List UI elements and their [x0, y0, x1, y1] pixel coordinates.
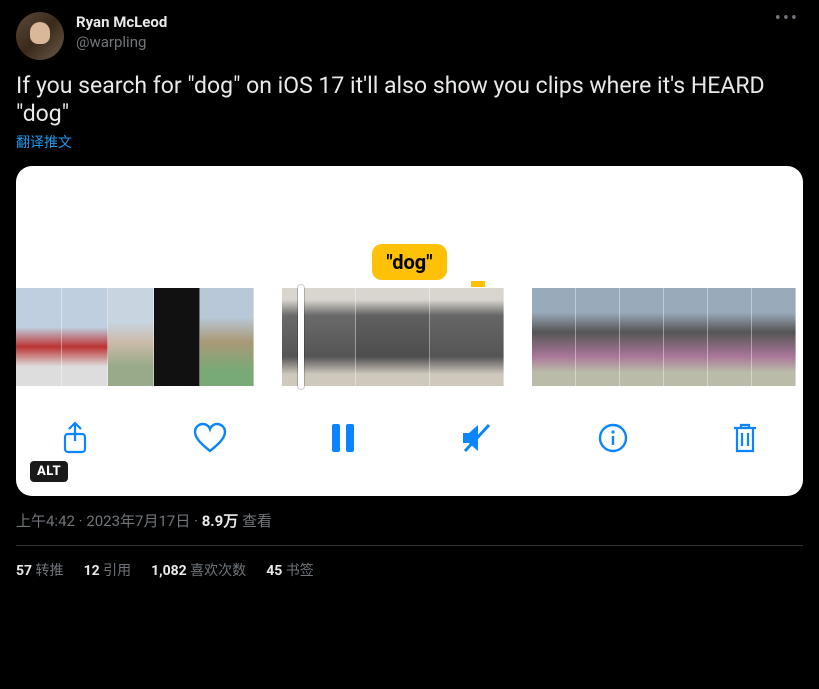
heart-icon[interactable]: [192, 422, 228, 454]
share-icon[interactable]: [60, 421, 90, 455]
tweet-stats: 57 转推 12 引用 1,082 喜欢次数 45 书签: [16, 546, 803, 580]
tweet-meta: 上午4:42 · 2023年7月17日 · 8.9万 查看: [16, 510, 803, 531]
thumbnail[interactable]: [532, 288, 576, 386]
tweet-header: Ryan McLeod @warpling •••: [16, 12, 803, 60]
stat-quotes[interactable]: 12 引用: [84, 560, 132, 580]
stat-retweets[interactable]: 57 转推: [16, 560, 64, 580]
thumbnail[interactable]: [282, 288, 356, 386]
clip-group-2[interactable]: [282, 288, 504, 386]
more-menu-button[interactable]: •••: [771, 12, 803, 26]
thumbnail[interactable]: [108, 288, 154, 386]
media-attachment[interactable]: "dog": [16, 166, 803, 496]
author-block: Ryan McLeod @warpling: [76, 12, 771, 52]
tweet-date[interactable]: 2023年7月17日: [86, 512, 190, 530]
pause-icon[interactable]: [330, 422, 356, 454]
views-label: 查看: [238, 512, 272, 530]
tweet-time[interactable]: 上午4:42: [16, 512, 75, 530]
trash-icon[interactable]: [731, 421, 759, 455]
thumbnail[interactable]: [708, 288, 752, 386]
media-controls: [16, 410, 803, 466]
stat-bookmarks[interactable]: 45 书签: [266, 560, 314, 580]
author-display-name[interactable]: Ryan McLeod: [76, 12, 771, 32]
thumbnail[interactable]: [752, 288, 796, 386]
views-count[interactable]: 8.9万: [202, 512, 239, 530]
clip-group-3[interactable]: [532, 288, 796, 386]
thumbnail[interactable]: [620, 288, 664, 386]
caption-marker: [471, 281, 485, 287]
thumbnail[interactable]: [16, 288, 62, 386]
mute-icon[interactable]: [459, 422, 495, 454]
alt-badge[interactable]: ALT: [30, 461, 68, 482]
thumbnail[interactable]: [430, 288, 504, 386]
clip-group-1[interactable]: [16, 288, 254, 386]
playhead[interactable]: [298, 285, 304, 389]
author-handle[interactable]: @warpling: [76, 32, 771, 52]
thumbnail[interactable]: [154, 288, 200, 386]
thumbnail[interactable]: [576, 288, 620, 386]
thumbnail[interactable]: [200, 288, 254, 386]
thumbnail[interactable]: [62, 288, 108, 386]
translate-link[interactable]: 翻译推文: [16, 132, 803, 152]
caption-bubble-row: "dog": [16, 244, 803, 280]
tweet-text: If you search for "dog" on iOS 17 it'll …: [16, 72, 803, 128]
stat-likes[interactable]: 1,082 喜欢次数: [151, 560, 246, 580]
thumbnail[interactable]: [356, 288, 430, 386]
info-icon[interactable]: [597, 422, 629, 454]
thumbnail[interactable]: [664, 288, 708, 386]
avatar[interactable]: [16, 12, 64, 60]
caption-bubble: "dog": [372, 244, 446, 280]
video-timeline[interactable]: [16, 288, 803, 386]
tweet: Ryan McLeod @warpling ••• If you search …: [0, 0, 819, 592]
